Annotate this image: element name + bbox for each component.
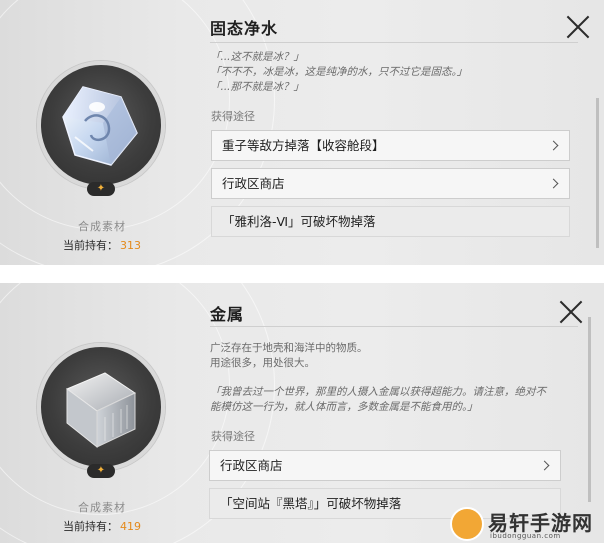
scrollbar[interactable] [596, 98, 599, 248]
item-category: 合成素材 [78, 501, 126, 514]
sources-label: 获得途径 [211, 110, 255, 123]
close-icon[interactable] [558, 299, 584, 325]
source-label: 重子等敌方掉落【收容舱段】 [222, 138, 385, 153]
description-line: 广泛存在于地壳和海洋中的物质。 [210, 342, 368, 354]
item-icon-frame [37, 343, 165, 471]
item-category: 合成素材 [78, 220, 126, 233]
rarity-star-badge: ✦ [87, 464, 115, 478]
watermark-url: ibudongguan.com [490, 532, 561, 540]
leaf-logo-icon [450, 507, 484, 541]
description-line: 能模仿这一行为，就人体而言，多数金属是不能食用的。」 [210, 401, 478, 413]
chevron-right-icon [548, 178, 559, 189]
source-label: 行政区商店 [222, 176, 285, 191]
description-line: 「我曾去过一个世界，那里的人摄入金属以获得超能力。请注意，绝对不 [210, 386, 546, 398]
item-flavor-quote: 「我曾去过一个世界，那里的人摄入金属以获得超能力。请注意，绝对不 能模仿这一行为… [210, 385, 570, 415]
chevron-right-icon [548, 140, 559, 151]
title-divider [210, 326, 578, 327]
item-title: 固态净水 [210, 19, 279, 38]
item-detail-panel-solid-water: ✦ 合成素材 当前持有： 313 固态净水 「...这不就是冰？」 「不不不，冰是… [0, 0, 604, 265]
source-label: 「空间站『黑塔』」可破坏物掉落 [220, 496, 402, 511]
item-title: 金属 [210, 305, 245, 324]
description-line: 「...这不就是冰？」 [210, 51, 305, 63]
holding-count-row: 当前持有： 313 [0, 237, 204, 253]
source-button-enemy-drop[interactable]: 重子等敌方掉落【收容舱段】 [211, 130, 570, 161]
item-detail-panel-metal: ✦ 合成素材 当前持有： 419 金属 广泛存在于地壳和海洋中的物质。 用途很多，… [0, 283, 604, 543]
ice-cube-icon [62, 86, 138, 166]
holding-label: 当前持有： [63, 239, 118, 252]
holding-count: 313 [120, 239, 141, 252]
holding-label: 当前持有： [63, 520, 118, 533]
site-watermark: 易轩手游网 ibudongguan.com [446, 505, 604, 543]
rarity-star-badge: ✦ [87, 182, 115, 196]
title-divider [210, 42, 578, 43]
item-description: 广泛存在于地壳和海洋中的物质。 用途很多，用处很大。 [210, 341, 570, 371]
scrollbar[interactable] [588, 317, 591, 502]
holding-count: 419 [120, 520, 141, 533]
holding-count-row: 当前持有： 419 [0, 518, 204, 534]
source-button-shop[interactable]: 行政区商店 [211, 168, 570, 199]
chevron-right-icon [539, 460, 550, 471]
item-description: 「...这不就是冰？」 「不不不，冰是冰，这是纯净的水，只不过它是固态。」 「.… [210, 50, 570, 95]
description-line: 「不不不，冰是冰，这是纯净的水，只不过它是固态。」 [210, 66, 468, 78]
description-line: 「...那不就是冰？」 [210, 81, 305, 93]
item-icon-frame [37, 61, 165, 189]
source-label: 行政区商店 [220, 458, 283, 473]
metal-cube-icon [65, 372, 137, 449]
description-line: 用途很多，用处很大。 [210, 357, 315, 369]
source-button-shop[interactable]: 行政区商店 [209, 450, 561, 481]
sources-label: 获得途径 [211, 430, 255, 443]
close-icon[interactable] [565, 14, 591, 40]
source-entry-destructible-drop: 「雅利洛-Ⅵ」可破坏物掉落 [211, 206, 570, 237]
source-label: 「雅利洛-Ⅵ」可破坏物掉落 [222, 214, 376, 229]
